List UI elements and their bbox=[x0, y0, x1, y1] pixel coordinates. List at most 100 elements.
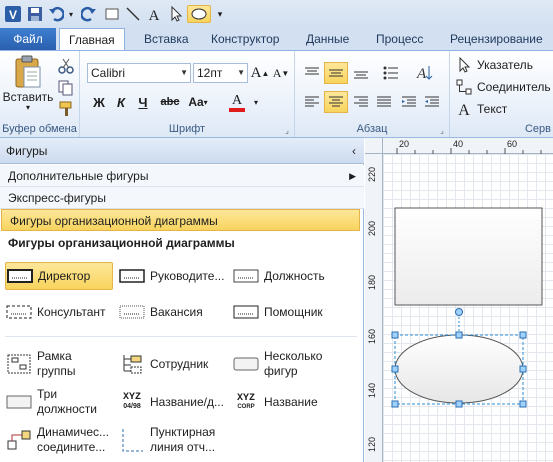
pointer-icon bbox=[459, 57, 471, 73]
font-color-icon: A bbox=[231, 92, 243, 108]
shape-dotted-reporting-line[interactable]: Пунктирная линия отч... bbox=[118, 422, 230, 458]
shape-director[interactable]: Директор bbox=[5, 262, 113, 290]
paste-icon bbox=[15, 55, 41, 88]
text-tool-button[interactable]: A Текст bbox=[456, 99, 553, 119]
connector-tool-label: Соединитель bbox=[477, 80, 551, 94]
font-size-value: 12пт bbox=[197, 66, 223, 80]
director-shape-icon bbox=[6, 265, 34, 287]
shape-assistant[interactable]: Помощник bbox=[232, 299, 344, 325]
paste-button[interactable]: Вставить ▾ bbox=[3, 55, 53, 113]
rectangle-tool-icon[interactable] bbox=[103, 5, 121, 23]
shape-multiple[interactable]: Несколько фигур bbox=[232, 346, 344, 382]
font-color-dropdown-icon[interactable]: ▾ bbox=[251, 94, 261, 110]
decrease-indent-icon[interactable] bbox=[398, 92, 420, 112]
visio-logo-icon[interactable]: V bbox=[3, 5, 23, 23]
ribbon-tabs: Файл Главная Вставка Конструктор Данные … bbox=[0, 28, 553, 51]
text-tool-label: Текст bbox=[477, 102, 508, 116]
multiple-shapes-icon bbox=[232, 353, 260, 375]
tab-design[interactable]: Конструктор bbox=[202, 28, 288, 50]
title-date-icon: XYZ 04/98 bbox=[122, 392, 141, 411]
pointer-tool-icon[interactable] bbox=[167, 5, 185, 23]
paste-label: Вставить bbox=[2, 90, 54, 104]
chevron-right-icon: ▶ bbox=[349, 171, 356, 181]
cut-icon[interactable] bbox=[56, 56, 76, 76]
tab-process[interactable]: Процесс bbox=[367, 28, 432, 50]
italic-button[interactable]: К bbox=[112, 92, 130, 112]
shape-label: Помощник bbox=[264, 305, 323, 319]
text-icon: A bbox=[458, 102, 470, 117]
ellipse-tool-icon[interactable] bbox=[187, 5, 211, 23]
line-tool-icon[interactable] bbox=[124, 5, 142, 23]
ruler-tick: 140 bbox=[367, 382, 377, 398]
paragraph-dialog-launcher-icon[interactable]: ⌟ bbox=[437, 125, 447, 135]
shape-label: Рамка группы bbox=[37, 349, 76, 378]
ruler-corner bbox=[365, 138, 383, 154]
text-direction-icon[interactable]: A bbox=[410, 61, 436, 85]
dynamic-connector-icon bbox=[5, 429, 33, 451]
divider bbox=[5, 336, 357, 337]
horizontal-ruler: 20 40 60 bbox=[383, 138, 553, 154]
collapse-pane-icon[interactable]: ‹ bbox=[352, 138, 356, 164]
shape-vacancy[interactable]: Вакансия bbox=[118, 299, 230, 325]
shape-position[interactable]: Должность bbox=[232, 263, 344, 289]
undo-icon[interactable] bbox=[47, 5, 65, 23]
align-right-icon[interactable] bbox=[350, 92, 372, 112]
shape-label: Руководите... bbox=[150, 269, 225, 283]
align-center-icon[interactable] bbox=[324, 91, 348, 113]
format-painter-icon[interactable] bbox=[56, 99, 76, 119]
shape-manager[interactable]: Руководите... bbox=[118, 263, 230, 289]
connector-tool-button[interactable]: Соединитель bbox=[456, 77, 553, 97]
org-chart-stencil-item[interactable]: Фигуры организационной диаграммы bbox=[1, 209, 360, 231]
shape-label: Название bbox=[264, 395, 318, 409]
change-case-button[interactable]: Aa ▾ bbox=[185, 92, 211, 112]
copy-icon[interactable] bbox=[56, 78, 76, 98]
shape-three-positions[interactable]: Три должности bbox=[5, 384, 117, 420]
shape-employee[interactable]: Сотрудник bbox=[118, 351, 230, 377]
bold-button[interactable]: Ж bbox=[90, 92, 108, 112]
chevron-down-icon: ▼ bbox=[237, 68, 245, 77]
quick-shapes-item[interactable]: Экспресс-фигуры bbox=[0, 187, 364, 209]
align-bottom-icon[interactable] bbox=[350, 63, 372, 83]
shape-group-frame[interactable]: Рамка группы bbox=[5, 346, 117, 382]
font-color-button[interactable]: A bbox=[224, 90, 250, 114]
undo-dropdown-icon[interactable]: ▾ bbox=[66, 5, 76, 23]
tools-group: Указатель Соединитель A Текст Серв bbox=[450, 51, 553, 137]
pointer-tool-button[interactable]: Указатель bbox=[456, 55, 553, 75]
save-icon[interactable] bbox=[26, 5, 44, 23]
ruler-tick: 40 bbox=[453, 139, 464, 149]
grow-font-button[interactable]: A ▲ bbox=[250, 63, 270, 83]
align-top-icon[interactable] bbox=[301, 63, 323, 83]
font-size-combo[interactable]: 12пт ▼ bbox=[193, 63, 248, 83]
align-left-icon[interactable] bbox=[301, 92, 323, 112]
underline-button[interactable]: Ч bbox=[134, 92, 152, 112]
strikethrough-button[interactable]: abc bbox=[158, 92, 182, 112]
more-shapes-item[interactable]: Дополнительные фигуры ▶ bbox=[0, 165, 364, 187]
shape-title-date[interactable]: XYZ 04/98 Название/д... bbox=[118, 389, 230, 415]
font-group: Calibri ▼ 12пт ▼ A ▲ A ▼ Ж К Ч abc Aa ▾ A ▾… bbox=[80, 51, 295, 137]
ruler-tick: 180 bbox=[367, 274, 377, 290]
shape-consultant[interactable]: Консультант bbox=[5, 299, 117, 325]
tab-file[interactable]: Файл bbox=[0, 28, 56, 50]
ruler-tick: 20 bbox=[399, 139, 410, 149]
shrink-font-button[interactable]: A ▼ bbox=[271, 63, 291, 83]
stencil-heading: Фигуры организационной диаграммы bbox=[8, 236, 235, 250]
align-middle-icon[interactable] bbox=[324, 62, 348, 84]
font-family-combo[interactable]: Calibri ▼ bbox=[87, 63, 191, 83]
increase-indent-icon[interactable] bbox=[421, 92, 443, 112]
redo-icon[interactable] bbox=[80, 5, 98, 23]
paragraph-group-label: Абзац bbox=[356, 123, 388, 135]
text-tool-icon[interactable]: A bbox=[145, 5, 163, 23]
shape-dynamic-connector[interactable]: Динамичес... соедините... bbox=[5, 422, 117, 458]
justify-icon[interactable] bbox=[373, 92, 395, 112]
tab-home[interactable]: Главная bbox=[59, 28, 125, 51]
quick-shapes-label: Экспресс-фигуры bbox=[8, 191, 106, 205]
tab-data[interactable]: Данные bbox=[297, 28, 358, 50]
drawing-page[interactable] bbox=[383, 154, 553, 462]
shape-title[interactable]: XYZ CORP Название bbox=[232, 389, 344, 415]
customize-toolbar-icon[interactable]: ▾ bbox=[215, 5, 225, 23]
font-dialog-launcher-icon[interactable]: ⌟ bbox=[282, 125, 292, 135]
tab-review[interactable]: Рецензирование bbox=[441, 28, 552, 50]
bullets-icon[interactable] bbox=[380, 63, 402, 83]
employee-shape-icon bbox=[118, 353, 146, 375]
tab-insert[interactable]: Вставка bbox=[135, 28, 198, 50]
